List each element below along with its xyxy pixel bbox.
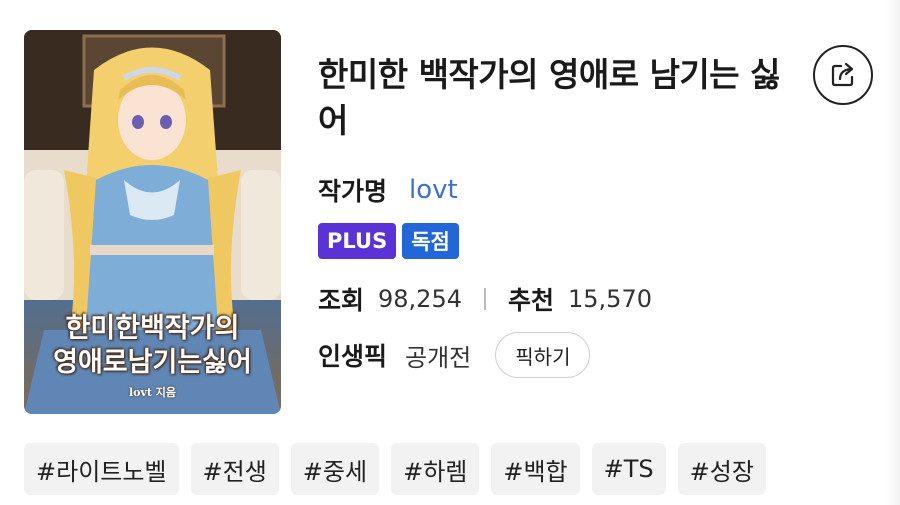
tag-harem[interactable]: #하렘 — [391, 443, 480, 495]
cover-title-line2: 영애로남기는싫어 — [53, 347, 252, 378]
recommend-value: 15,570 — [568, 285, 652, 313]
pick-row: 인생픽 공개전 픽하기 — [318, 332, 591, 378]
tag-ts[interactable]: #TS — [591, 443, 666, 495]
share-icon — [831, 62, 854, 87]
recommend-label: 추천 — [508, 286, 555, 315]
plus-badge: PLUS — [318, 223, 397, 259]
pick-status: 공개전 — [405, 343, 472, 372]
stats-divider — [484, 288, 486, 310]
share-button[interactable] — [813, 45, 873, 105]
tag-light-novel[interactable]: #라이트노벨 — [24, 443, 179, 495]
author-row: 작가명 lovt — [318, 172, 458, 208]
tag-medieval[interactable]: #중세 — [290, 443, 380, 495]
tag-list: #라이트노벨 #전생 #중세 #하렘 #백합 #TS #성장 — [24, 443, 766, 495]
author-link[interactable]: lovt — [409, 175, 458, 205]
page-edge — [886, 0, 900, 505]
tag-reincarnation[interactable]: #전생 — [190, 443, 279, 495]
stats-row: 조회 98,254 추천 15,570 — [318, 281, 652, 317]
views-value: 98,254 — [378, 285, 462, 313]
pick-button[interactable]: 픽하기 — [495, 332, 591, 378]
exclusive-badge: 독점 — [402, 223, 459, 259]
badge-row: PLUS 독점 — [318, 222, 459, 260]
cover-title: 한미한백작가의 영애로남기는싫어 — [24, 312, 281, 380]
cover-author-caption: lovt 지음 — [128, 386, 177, 399]
novel-title: 한미한 백작가의 영애로 남기는 싫어 — [318, 55, 781, 140]
tag-yuri[interactable]: #백합 — [491, 443, 580, 495]
pick-label: 인생픽 — [318, 342, 388, 371]
cover-title-line1: 한미한백작가의 — [65, 313, 240, 344]
cover-image: 한미한백작가의 영애로남기는싫어 lovt 지음 — [24, 30, 281, 414]
tag-growth[interactable]: #성장 — [677, 443, 766, 495]
views-label: 조회 — [318, 286, 365, 315]
author-label: 작가명 — [318, 177, 388, 206]
